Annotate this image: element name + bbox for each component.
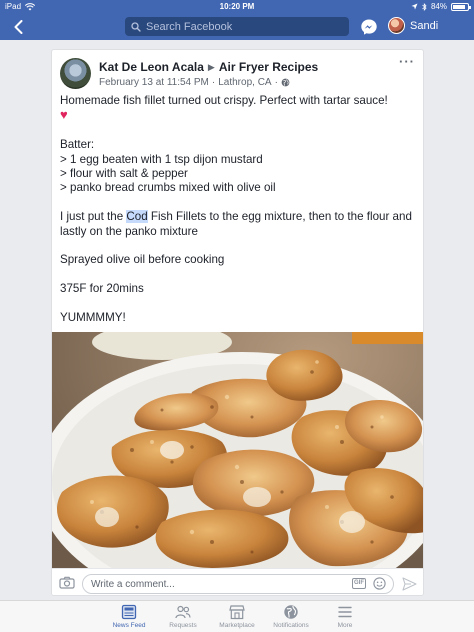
bluetooth-icon <box>422 2 427 11</box>
more-options-button[interactable]: ··· <box>399 55 415 72</box>
wifi-icon <box>25 2 36 10</box>
tab-requests[interactable]: Requests <box>156 601 210 632</box>
post-line: ♥ <box>60 108 418 123</box>
tab-marketplace[interactable]: Marketplace <box>210 601 264 632</box>
instructions-paragraph: I just put the Cod Fish Fillets to the e… <box>60 210 418 239</box>
post-photo[interactable] <box>52 332 423 568</box>
smiley-icon <box>373 577 386 590</box>
ingredient-line: > panko bread crumbs mixed with olive oi… <box>60 181 276 195</box>
instructions-text: I just put the <box>60 210 127 224</box>
ingredient-line: > 1 egg beaten with 1 tsp dijon mustard <box>60 152 263 166</box>
globe-icon <box>281 78 290 87</box>
post-text: Homemade fish fillet turned out crispy. … <box>60 94 418 325</box>
author-name[interactable]: Kat De Leon Acala <box>99 60 204 74</box>
hamburger-menu-icon <box>338 606 352 618</box>
yum-line: YUMMMMY! <box>60 311 126 325</box>
marketplace-icon <box>229 605 245 620</box>
group-name[interactable]: Air Fryer Recipes <box>219 60 318 74</box>
status-right: 84% <box>411 2 471 11</box>
tab-news-feed[interactable]: News Feed <box>102 601 156 632</box>
triangle-right-icon: ▶ <box>207 61 215 72</box>
tab-label: Notifications <box>273 622 309 629</box>
top-nav: Sandi <box>0 13 474 40</box>
battery-percent: 84% <box>430 2 447 11</box>
user-name: Sandi <box>410 19 439 32</box>
temperature-line: 375F for 20mins <box>60 282 144 296</box>
comment-box[interactable]: GIF <box>82 574 394 594</box>
tab-notifications[interactable]: Notifications <box>264 601 318 632</box>
comment-bar: GIF <box>52 568 423 595</box>
camera-button[interactable] <box>59 576 77 590</box>
tab-label: Requests <box>169 622 197 629</box>
post-meta: February 13 at 11:54 PM · Lathrop, CA · <box>99 77 318 88</box>
back-button[interactable] <box>6 13 30 40</box>
chevron-left-icon <box>14 19 22 34</box>
post-date[interactable]: February 13 at 11:54 PM <box>99 77 209 88</box>
post-line: Homemade fish fillet turned out crispy. … <box>60 94 418 108</box>
status-bar: iPad 10:20 PM 84% <box>0 0 474 13</box>
device-label: iPad <box>5 2 22 11</box>
messenger-button[interactable] <box>360 18 378 36</box>
tab-label: More <box>337 622 353 629</box>
comment-input[interactable] <box>91 578 341 590</box>
post-location[interactable]: Lathrop, CA <box>218 77 271 88</box>
search-input[interactable] <box>146 20 336 33</box>
emoji-button[interactable] <box>373 577 386 590</box>
messenger-icon <box>361 19 377 35</box>
meta-separator: · <box>211 77 216 88</box>
battery-fill <box>453 4 465 9</box>
heart-emoji: ♥ <box>60 107 68 123</box>
meta-separator: · <box>274 77 278 88</box>
send-button[interactable] <box>402 577 417 591</box>
tab-label: Marketplace <box>219 622 255 629</box>
ingredient-line: > flour with salt & pepper <box>60 167 188 181</box>
gif-button[interactable]: GIF <box>352 578 366 589</box>
battery-icon <box>451 2 471 11</box>
bottom-tab-bar: News Feed Requests Marketplace Notificat… <box>0 600 474 632</box>
globe-notifications-icon <box>284 605 298 619</box>
search-icon <box>131 21 141 32</box>
post-header: Kat De Leon Acala ▶ Air Fryer Recipes Fe… <box>60 55 415 92</box>
news-feed-icon <box>121 604 137 620</box>
author-avatar[interactable] <box>60 58 91 89</box>
selected-word: Cod <box>126 210 148 224</box>
search-box[interactable] <box>125 17 349 36</box>
author-line: Kat De Leon Acala ▶ Air Fryer Recipes <box>99 60 318 74</box>
profile-button[interactable]: Sandi <box>388 17 438 34</box>
batter-title: Batter: <box>60 138 95 152</box>
user-avatar <box>388 17 405 34</box>
post-header-text: Kat De Leon Acala ▶ Air Fryer Recipes Fe… <box>99 60 318 88</box>
location-arrow-icon <box>411 3 418 10</box>
spray-line: Sprayed olive oil before cooking <box>60 253 225 267</box>
tab-label: News Feed <box>112 622 146 629</box>
post-intro: Homemade fish fillet turned out crispy. … <box>60 94 388 107</box>
camera-icon <box>59 576 75 589</box>
post-card: Kat De Leon Acala ▶ Air Fryer Recipes Fe… <box>51 49 424 596</box>
status-left: iPad <box>5 2 411 11</box>
fried-fish-photo <box>52 332 423 568</box>
friend-requests-icon <box>175 605 191 619</box>
tab-more[interactable]: More <box>318 601 372 632</box>
send-icon <box>402 577 417 591</box>
